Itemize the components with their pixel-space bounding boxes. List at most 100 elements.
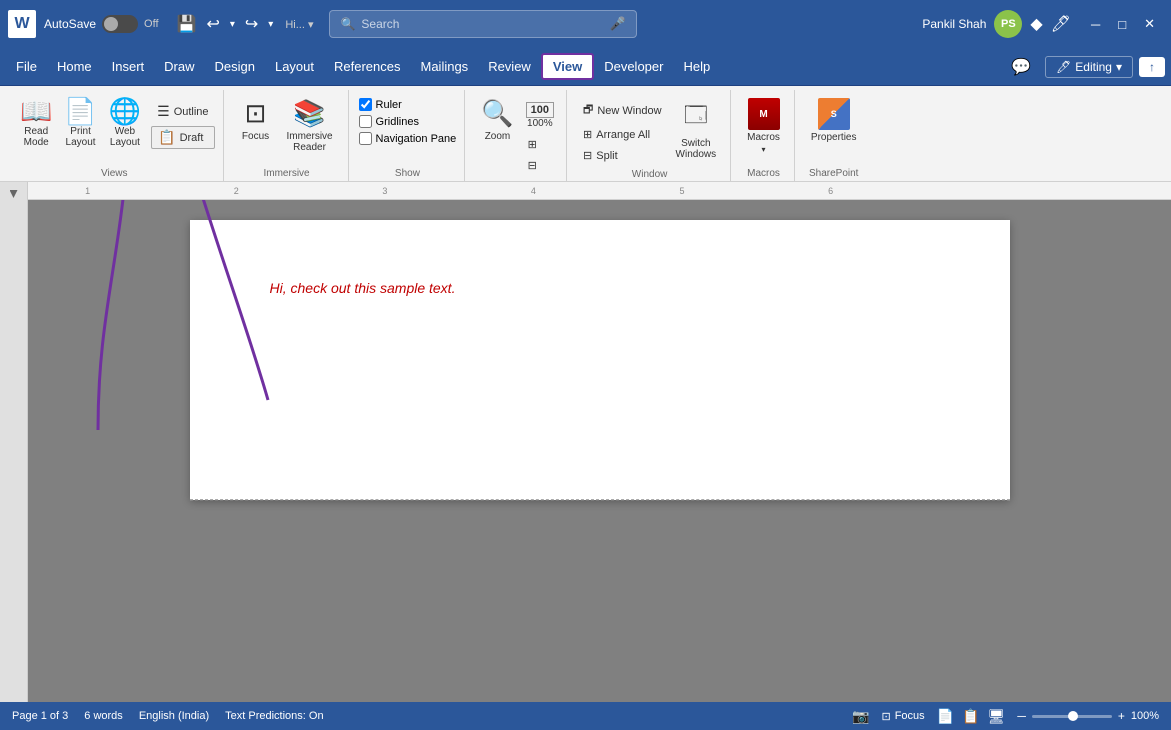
print-layout-button[interactable]: 📄 PrintLayout xyxy=(58,94,102,152)
nav-pane-checkbox-label[interactable]: Navigation Pane xyxy=(359,132,457,145)
zoom-minus-button[interactable]: ─ xyxy=(1017,709,1026,723)
draft-button[interactable]: 📋 Draft xyxy=(151,126,214,149)
autosave-toggle[interactable] xyxy=(102,15,138,33)
ribbon-group-macros: M Macros ▾ Macros xyxy=(733,90,795,181)
ribbon-group-immersive: ⊡ Focus 📚 ImmersiveReader Immersive xyxy=(226,90,349,181)
read-mode-label: ReadMode xyxy=(24,126,49,148)
ruler-checkbox[interactable] xyxy=(359,98,372,111)
focus-icon: ⊡ xyxy=(245,98,267,129)
ruler-checkbox-label[interactable]: Ruler xyxy=(359,98,457,111)
menu-item-view[interactable]: View xyxy=(541,53,594,80)
camera-icon[interactable]: 📷 xyxy=(852,708,869,725)
sharepoint-label: SharePoint xyxy=(809,168,858,181)
minimize-button[interactable]: ─ xyxy=(1083,12,1108,36)
menu-item-insert[interactable]: Insert xyxy=(102,55,155,78)
split-label: Split xyxy=(596,150,617,162)
editing-button[interactable]: 🖊 Editing ▾ xyxy=(1045,56,1133,78)
quick-access[interactable]: Hi... ▾ xyxy=(285,18,313,31)
split-button[interactable]: ⊟ Split xyxy=(577,146,668,165)
redo-dropdown[interactable]: ▾ xyxy=(264,17,277,32)
properties-button[interactable]: S Properties xyxy=(805,94,863,147)
page-break xyxy=(190,500,1010,501)
ribbon: 📖 ReadMode 📄 PrintLayout 🌐 WebLayout xyxy=(0,86,1171,182)
document-page[interactable]: Hi, check out this sample text. xyxy=(190,220,1010,500)
toggle-state: Off xyxy=(144,18,158,30)
window-content: 🗗 New Window ⊞ Arrange All ⊟ Split 🗔 Swi… xyxy=(577,90,722,169)
mic-icon[interactable]: 🎤 xyxy=(610,16,626,32)
zoom-icon: 🔍 xyxy=(481,98,513,129)
menu-item-design[interactable]: Design xyxy=(205,55,265,78)
redo-button[interactable]: ↪ xyxy=(241,12,262,36)
search-input[interactable] xyxy=(361,17,605,31)
menu-bar: File Home Insert Draw Design Layout Refe… xyxy=(0,48,1171,86)
menu-item-references[interactable]: References xyxy=(324,55,410,78)
diamond-button[interactable]: ◆ xyxy=(1030,14,1042,34)
macros-content: M Macros ▾ xyxy=(741,90,786,168)
menu-item-mailings[interactable]: Mailings xyxy=(411,55,479,78)
web-layout-button[interactable]: 🌐 WebLayout xyxy=(103,94,147,152)
focus-button-status[interactable]: ⊡ Focus xyxy=(881,710,924,723)
zoom-thumb[interactable] xyxy=(1068,711,1078,721)
menu-item-layout[interactable]: Layout xyxy=(265,55,324,78)
menu-item-draw[interactable]: Draw xyxy=(154,55,204,78)
ruler-mark-6: 6 xyxy=(828,186,833,196)
sharepoint-content: S Properties xyxy=(805,90,863,168)
save-button[interactable]: 💾 xyxy=(171,14,203,34)
macros-label: Macros xyxy=(747,132,780,143)
pen-button[interactable]: 🖊 xyxy=(1051,14,1071,34)
nav-pane-checkbox[interactable] xyxy=(359,132,372,145)
share-button[interactable]: ↑ xyxy=(1139,57,1165,77)
zoom-100-icon: 100 xyxy=(526,102,554,118)
undo-button[interactable]: ↩ xyxy=(202,12,223,36)
menu-item-home[interactable]: Home xyxy=(47,55,102,78)
focus-button[interactable]: ⊡ Focus xyxy=(234,94,278,146)
gridlines-checkbox-label[interactable]: Gridlines xyxy=(359,115,457,128)
print-layout-icon: 📄 xyxy=(64,98,96,124)
ruler-mark-5: 5 xyxy=(680,186,685,196)
zoom-button[interactable]: 🔍 Zoom xyxy=(475,94,519,146)
zoom-plus-button[interactable]: + xyxy=(1118,709,1125,723)
menu-item-help[interactable]: Help xyxy=(673,55,720,78)
window-buttons-left: 🗗 New Window ⊞ Arrange All ⊟ Split xyxy=(577,98,668,165)
view-icon-2[interactable]: 📋 xyxy=(962,708,979,725)
new-window-label: New Window xyxy=(597,105,661,117)
doc-scroll[interactable]: Hi, check out this sample text. xyxy=(28,200,1171,702)
zoom-100-button[interactable]: 100 100% xyxy=(522,98,558,133)
user-name: Pankil Shah xyxy=(922,17,986,31)
margin-marker xyxy=(10,190,18,198)
menu-item-developer[interactable]: Developer xyxy=(594,55,673,78)
ruler-mark-4: 4 xyxy=(531,186,536,196)
undo-dropdown[interactable]: ▾ xyxy=(226,17,239,32)
maximize-button[interactable]: □ xyxy=(1110,12,1134,36)
outline-button[interactable]: ☰ Outline xyxy=(151,100,214,123)
zoom-label: Zoom xyxy=(485,131,511,142)
macros-label: Macros xyxy=(747,168,780,181)
editing-icon: 🖊 xyxy=(1056,60,1071,74)
zoom-level: 100% xyxy=(1131,710,1159,722)
read-mode-button[interactable]: 📖 ReadMode xyxy=(14,94,58,152)
arrange-all-button[interactable]: ⊞ Arrange All xyxy=(577,125,668,144)
comment-button[interactable]: 💬 xyxy=(1003,55,1039,79)
new-window-icon: 🗗 xyxy=(583,101,593,120)
view-icon-1[interactable]: 📄 xyxy=(937,708,954,725)
document-text[interactable]: Hi, check out this sample text. xyxy=(270,280,930,296)
zoom-track[interactable] xyxy=(1032,715,1112,718)
view-icon-3[interactable]: 🖥 xyxy=(988,708,1006,725)
new-window-button[interactable]: 🗗 New Window xyxy=(577,98,668,123)
arrange-all-icon: ⊞ xyxy=(583,128,592,141)
ruler-mark-1: 1 xyxy=(85,186,90,196)
gridlines-checkbox[interactable] xyxy=(359,115,372,128)
window-controls: ─ □ ✕ xyxy=(1083,12,1163,36)
macros-button[interactable]: M Macros ▾ xyxy=(741,94,786,158)
close-button[interactable]: ✕ xyxy=(1136,12,1163,36)
autosave-label: AutoSave xyxy=(44,17,96,31)
switch-windows-button[interactable]: 🗔 SwitchWindows xyxy=(670,94,723,164)
menu-item-file[interactable]: File xyxy=(6,55,47,78)
left-margin-ruler xyxy=(0,182,28,702)
multi-page-button[interactable]: ⊟ xyxy=(522,156,558,175)
one-page-button[interactable]: ⊞ xyxy=(522,135,558,154)
read-mode-icon: 📖 xyxy=(20,98,52,124)
focus-label-status: Focus xyxy=(895,710,925,722)
menu-item-review[interactable]: Review xyxy=(478,55,541,78)
immersive-reader-button[interactable]: 📚 ImmersiveReader xyxy=(280,94,340,157)
